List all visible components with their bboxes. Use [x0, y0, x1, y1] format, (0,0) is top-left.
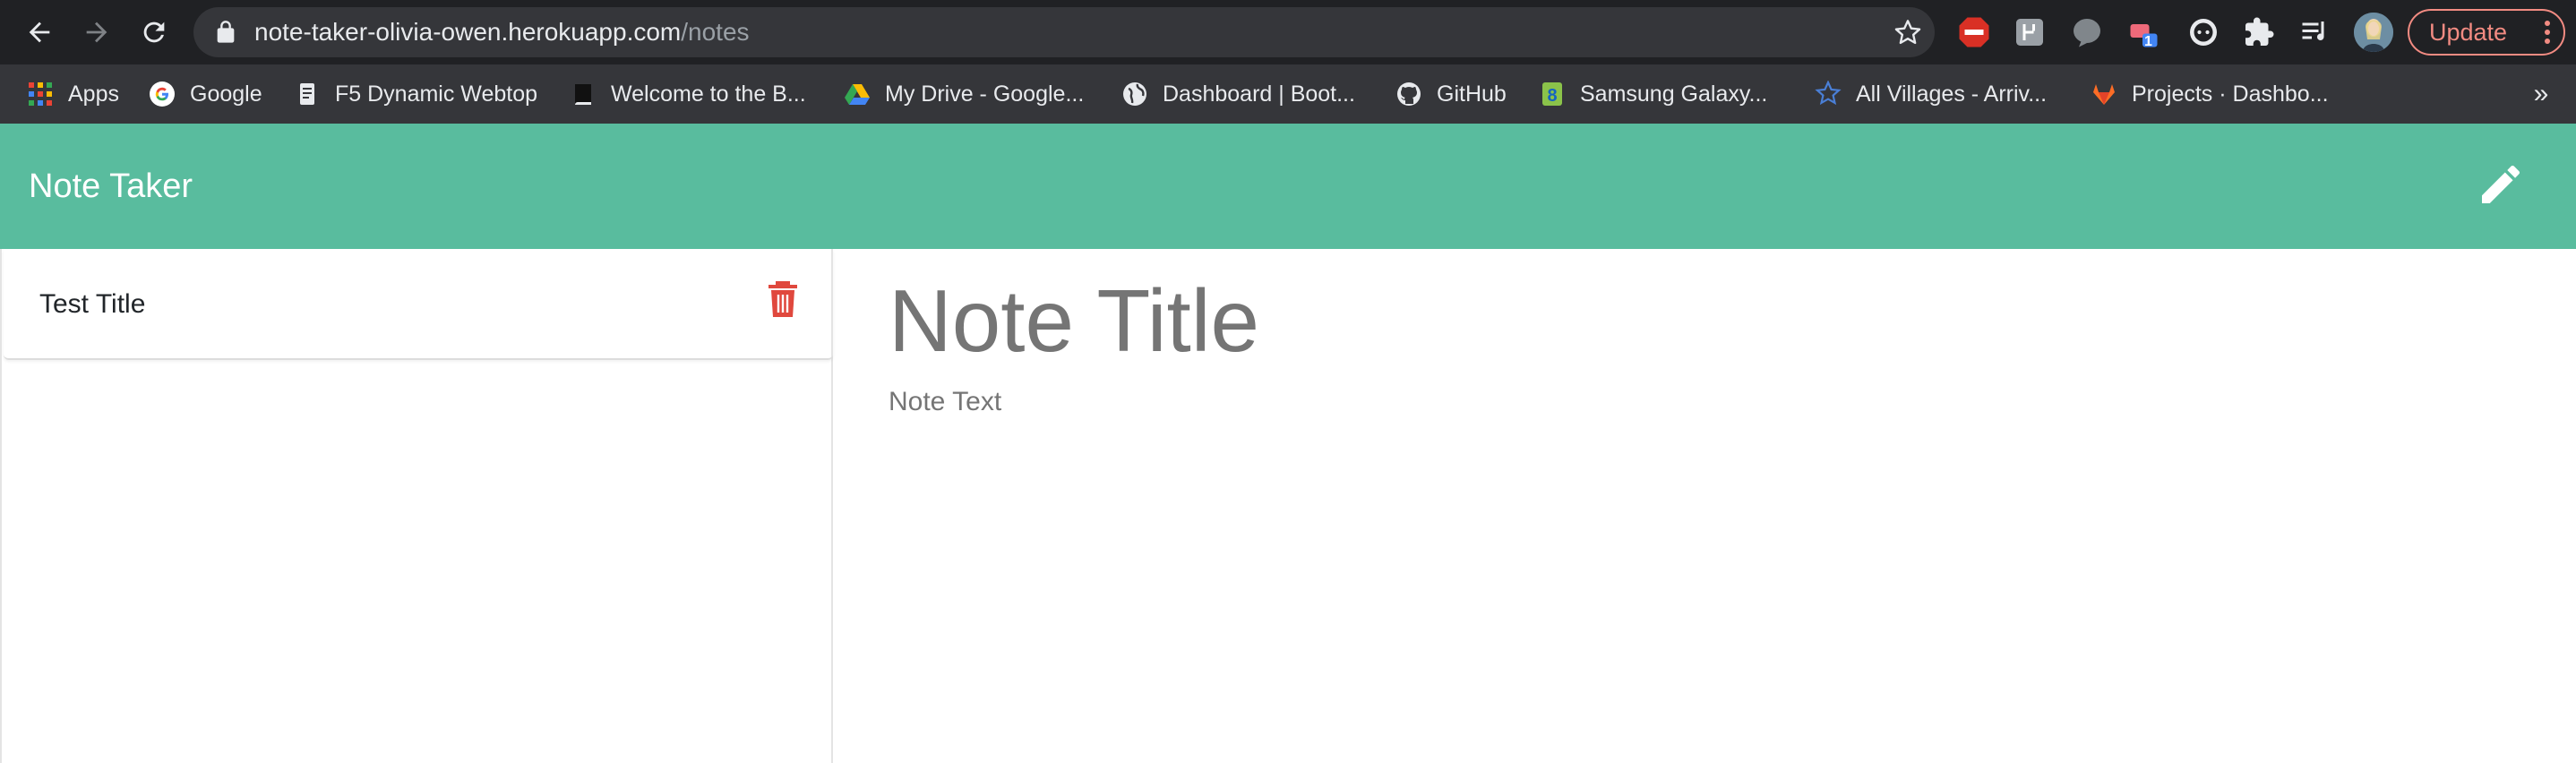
bookmark-label: Apps [68, 81, 119, 107]
note-text-textarea[interactable] [889, 387, 2501, 727]
bookmark-welcome[interactable]: Welcome to the B... [570, 64, 806, 124]
bookmark-label: All Villages - Arriv... [1856, 81, 2048, 107]
notification-extension-icon[interactable]: 1 [2125, 14, 2160, 50]
adblock-icon[interactable] [1956, 14, 1992, 50]
grid-extension-icon[interactable] [2012, 14, 2048, 50]
bookmark-apps[interactable]: Apps [27, 64, 119, 124]
url-text: note-taker-olivia-owen.herokuapp.com/not… [254, 7, 750, 57]
bookmark-star-icon[interactable] [1893, 18, 1922, 47]
bookmark-dashboard-boot[interactable]: Dashboard | Boot... [1121, 64, 1355, 124]
url-path: /notes [681, 18, 750, 46]
star-outline-icon [1815, 81, 1842, 107]
dots-circle-icon[interactable] [2185, 14, 2221, 50]
drive-icon [844, 81, 871, 107]
document-icon [294, 81, 321, 107]
arrow-left-icon [29, 21, 50, 43]
google-icon [149, 81, 176, 107]
bookmark-label: Welcome to the B... [611, 81, 806, 107]
github-icon [1395, 81, 1422, 107]
profile-avatar[interactable] [2354, 13, 2393, 52]
reload-button[interactable] [133, 11, 176, 54]
bookmark-label: Samsung Galaxy... [1580, 81, 1768, 107]
app-navbar: Note Taker [0, 124, 2576, 249]
bookmark-f5-webtop[interactable]: F5 Dynamic Webtop [294, 64, 537, 124]
samsung-icon: 8 [1539, 81, 1566, 107]
reload-icon [143, 21, 165, 43]
globe-icon [1121, 81, 1148, 107]
browser-toolbar: note-taker-olivia-owen.herokuapp.com/not… [0, 0, 2576, 64]
svg-text:8: 8 [1547, 86, 1557, 106]
update-label: Update [2429, 19, 2508, 46]
book-icon [570, 81, 597, 107]
note-list-title: Test Title [39, 289, 146, 319]
bookmark-label: F5 Dynamic Webtop [335, 81, 538, 107]
note-editor [835, 249, 2576, 763]
reading-list-icon[interactable] [2297, 14, 2332, 50]
puzzle-icon[interactable] [2241, 14, 2277, 50]
bookmark-label: Google [190, 81, 262, 107]
apps-grid-icon [27, 81, 54, 107]
url-host: note-taker-olivia-owen.herokuapp.com [254, 18, 682, 46]
profile-photo-icon [2354, 13, 2393, 52]
bookmark-label: Projects · Dashbo... [2132, 81, 2329, 107]
bookmark-projects[interactable]: Projects · Dashbo... [2091, 64, 2329, 124]
list-item[interactable]: Test Title [4, 249, 833, 360]
lock-icon [217, 21, 235, 43]
extension-badge: 1 [2144, 34, 2152, 49]
bookmark-label: GitHub [1437, 81, 1507, 107]
bookmark-google[interactable]: Google [149, 64, 262, 124]
bookmarks-bar: Apps Google F5 Dynamic Webtop Welcome to… [0, 64, 2576, 124]
back-button[interactable] [18, 11, 61, 54]
more-bookmarks-chevron-icon[interactable]: » [2526, 79, 2556, 109]
speech-bubble-icon[interactable] [2069, 14, 2105, 50]
bookmark-github[interactable]: GitHub [1395, 64, 1507, 124]
update-button[interactable]: Update [2408, 9, 2565, 56]
note-title-input[interactable] [889, 267, 2501, 374]
bookmark-label: Dashboard | Boot... [1163, 81, 1355, 107]
notes-list-panel: Test Title [0, 249, 833, 763]
bookmark-samsung[interactable]: 8 Samsung Galaxy... [1539, 64, 1767, 124]
bookmark-all-villages[interactable]: All Villages - Arriv... [1815, 64, 2047, 124]
kebab-menu-icon [2545, 21, 2550, 44]
bookmark-label: My Drive - Google... [885, 81, 1085, 107]
arrow-right-icon [86, 21, 107, 43]
forward-button[interactable] [75, 11, 118, 54]
trash-icon[interactable] [767, 280, 799, 318]
bookmark-my-drive[interactable]: My Drive - Google... [844, 64, 1084, 124]
gitlab-icon [2091, 81, 2117, 107]
new-note-pencil-icon[interactable] [2476, 159, 2526, 210]
address-bar[interactable]: note-taker-olivia-owen.herokuapp.com/not… [193, 7, 1935, 57]
app-brand[interactable]: Note Taker [29, 124, 193, 249]
